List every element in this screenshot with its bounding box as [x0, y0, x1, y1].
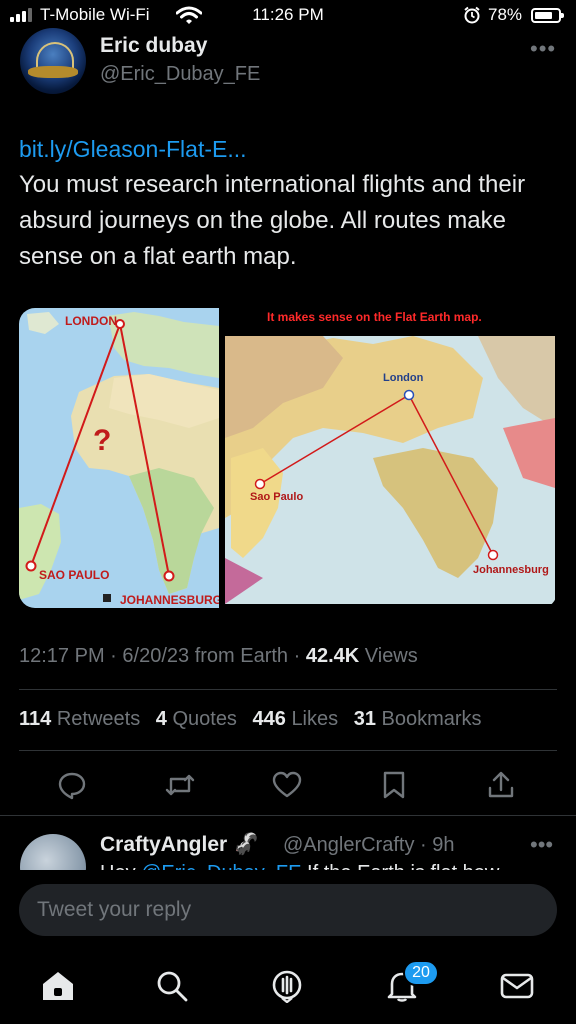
author-display-name[interactable]: Eric dubay: [100, 34, 207, 58]
tweet-meta: 12:17 PM · 6/20/23 from Earth · 42.4K Vi…: [19, 645, 418, 667]
divider: [19, 750, 557, 751]
engagement-stats: 114 Retweets 4 Quotes 446 Likes 31 Bookm…: [19, 708, 492, 731]
heart-icon[interactable]: [267, 765, 307, 805]
globe-route-map-image[interactable]: LONDON ? SAO PAULO JOHANNESBURG: [19, 308, 219, 608]
flat-map-label-johannesburg: Johannesburg: [473, 564, 549, 576]
divider: [19, 689, 557, 690]
likes-stat[interactable]: 446 Likes: [253, 708, 339, 730]
map-title: It makes sense on the Flat Earth map.: [267, 310, 482, 324]
reply-age: 9h: [432, 834, 455, 856]
views-count: 42.4K: [305, 645, 360, 667]
map-label-sao-paulo: SAO PAULO: [39, 568, 110, 582]
flat-map-label-london: London: [383, 372, 424, 384]
more-options-icon[interactable]: •••: [530, 36, 556, 62]
spaces-icon[interactable]: [267, 966, 307, 1006]
tweet-time: 12:17 PM: [19, 645, 105, 667]
author-handle[interactable]: @Eric_Dubay_FE: [100, 63, 260, 86]
map-label-london: LONDON: [65, 314, 117, 328]
divider: [0, 815, 576, 816]
author-avatar[interactable]: [20, 28, 86, 94]
retweets-stat[interactable]: 114 Retweets: [19, 708, 140, 730]
flat-map-label-sao-paulo: Sao Paulo: [250, 491, 304, 503]
tweet-media[interactable]: LONDON ? SAO PAULO JOHANNESBURG It makes…: [19, 308, 557, 608]
alarm-icon: [464, 6, 480, 24]
bookmark-icon[interactable]: [374, 765, 414, 805]
bottom-tab-bar: 20: [0, 952, 576, 1024]
search-icon[interactable]: [152, 966, 192, 1006]
home-icon[interactable]: [38, 966, 78, 1006]
reply-author-avatar[interactable]: [20, 834, 86, 870]
reply-author-name[interactable]: CraftyAngler 🦨: [100, 833, 259, 857]
tweet-date: 6/20/23: [122, 645, 190, 667]
reply-tweet[interactable]: CraftyAngler 🦨 @AnglerCrafty · 9h ••• He…: [0, 818, 576, 870]
tweet-source: from Earth: [194, 645, 289, 667]
map-label-johannesburg: JOHANNESBURG: [120, 593, 219, 607]
reply-composer: Tweet your reply: [0, 870, 576, 952]
reply-icon[interactable]: [52, 765, 92, 805]
reply-input-placeholder: Tweet your reply: [37, 898, 192, 921]
bookmarks-stat[interactable]: 31 Bookmarks: [354, 708, 482, 730]
retweet-icon[interactable]: [160, 765, 200, 805]
tweet-text: You must research international flights …: [19, 171, 526, 270]
mail-icon[interactable]: [497, 966, 537, 1006]
map-question-mark: ?: [93, 424, 112, 457]
status-bar: T-Mobile Wi-Fi 11:26 PM 78%: [0, 0, 576, 32]
reply-input[interactable]: Tweet your reply: [19, 884, 557, 936]
reply-text: Hey @Eric_Dubay_FE If the Earth is flat …: [100, 862, 499, 870]
reply-more-options-icon[interactable]: •••: [530, 832, 553, 858]
battery-percentage: 78%: [488, 5, 523, 24]
share-icon[interactable]: [481, 765, 521, 805]
notifications-badge: 20: [403, 960, 439, 986]
quotes-stat[interactable]: 4 Quotes: [156, 708, 237, 730]
flat-earth-map-image[interactable]: It makes sense on the Flat Earth map. Lo…: [223, 308, 557, 608]
tweet-link[interactable]: bit.ly/Gleason-Flat-E...: [19, 136, 247, 163]
battery-icon: [531, 8, 564, 23]
reply-author-handle[interactable]: @AnglerCrafty · 9h: [283, 834, 455, 857]
tweet-actions: [0, 765, 576, 805]
reply-mention: @Eric_Dubay_FE: [141, 862, 301, 870]
views-label: Views: [364, 645, 418, 667]
